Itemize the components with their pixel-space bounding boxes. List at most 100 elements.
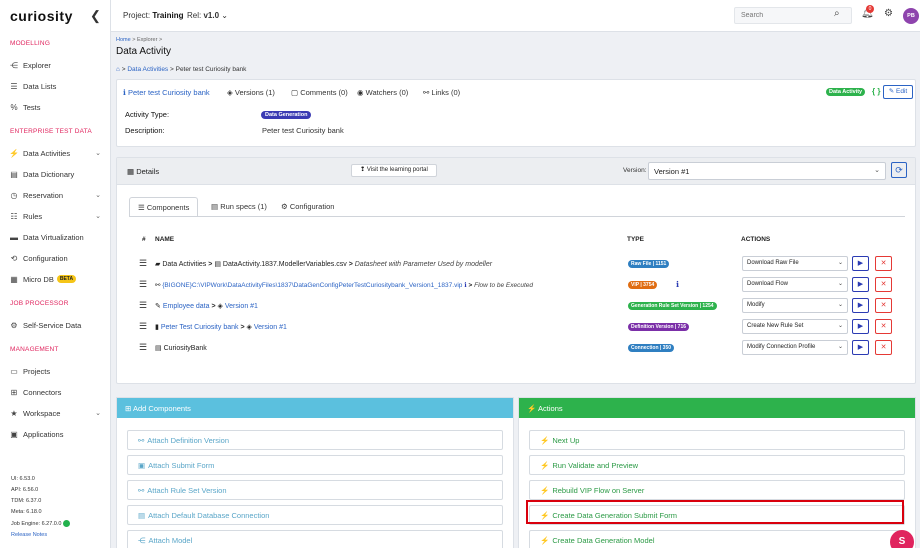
details-title: ▦ Details bbox=[127, 167, 159, 176]
actions-header: ⚡ Actions bbox=[519, 398, 915, 418]
component-link[interactable]: DataActivity.1837.ModellerVariables.csv bbox=[223, 261, 347, 268]
rebuild-vip-flow-button[interactable]: ⚡ Rebuild VIP Flow on Server bbox=[529, 480, 905, 500]
refresh-button[interactable]: ⟳ bbox=[891, 162, 907, 178]
applications-icon: ▣ bbox=[10, 429, 18, 439]
component-link[interactable]: Employee data bbox=[163, 303, 210, 310]
chevron-down-icon[interactable]: ⌄ bbox=[95, 191, 101, 199]
version-select[interactable]: Version #1 ⌄ bbox=[648, 162, 886, 180]
tab-label: Components bbox=[146, 203, 190, 212]
breadcrumb-home[interactable]: Home bbox=[116, 37, 131, 43]
sidebar-item-rules[interactable]: ☷ Rules ⌄ bbox=[9, 209, 105, 223]
tab-versions[interactable]: ◈ Versions (1) bbox=[227, 88, 275, 97]
release-selector[interactable]: Rel: v1.0 ⌄ bbox=[187, 11, 228, 20]
delete-button[interactable]: ✕ bbox=[875, 256, 892, 271]
delete-button[interactable]: ✕ bbox=[875, 277, 892, 292]
drag-handle-icon[interactable]: ☰ bbox=[139, 300, 147, 311]
tab-configuration[interactable]: ⚙ Configuration bbox=[273, 197, 342, 217]
run-button[interactable]: ▶ bbox=[852, 256, 869, 271]
activity-type-label: Activity Type: bbox=[125, 110, 170, 119]
action-select[interactable]: Modify Connection Profile ⌄ bbox=[742, 340, 848, 355]
version-job-engine: Job Engine: 6.27.0.0 bbox=[11, 520, 71, 527]
breadcrumb-explorer[interactable]: Explorer bbox=[137, 37, 157, 43]
sidebar-item-data-activities[interactable]: ⚡ Data Activities ⌄ bbox=[9, 146, 105, 160]
attach-submit-form-button[interactable]: ▣ Attach Submit Form bbox=[127, 455, 503, 475]
wrench-icon: ✎ bbox=[155, 303, 161, 310]
edit-button[interactable]: ✎ Edit bbox=[883, 85, 913, 99]
release-notes-link[interactable]: Release Notes bbox=[11, 532, 47, 538]
button-label: Attach Definition Version bbox=[147, 436, 230, 445]
sidebar-item-configuration[interactable]: ⟲ Configuration bbox=[9, 251, 105, 265]
chevron-down-icon: ⌄ bbox=[837, 323, 843, 329]
next-up-button[interactable]: ⚡ Next Up bbox=[529, 430, 905, 450]
action-select[interactable]: Modify ⌄ bbox=[742, 298, 848, 313]
sidebar-item-data-dictionary[interactable]: ▤ Data Dictionary bbox=[9, 167, 105, 181]
sidebar-item-explorer[interactable]: ⋲ Explorer bbox=[9, 58, 105, 72]
delete-button[interactable]: ✕ bbox=[875, 340, 892, 355]
tab-watchers[interactable]: ◉ Watchers (0) bbox=[357, 88, 408, 97]
project-selector[interactable]: Project: Training bbox=[123, 11, 183, 20]
database-icon: ▤ bbox=[155, 345, 162, 352]
sidebar-item-projects[interactable]: ▭ Projects bbox=[9, 364, 105, 378]
chevron-down-icon[interactable]: ⌄ bbox=[95, 409, 101, 417]
component-label: CuriosityBank bbox=[163, 345, 207, 352]
version-job-engine-label: Job Engine: 6.27.0.0 bbox=[11, 520, 62, 527]
attach-default-database-connection-button[interactable]: ▤ Attach Default Database Connection bbox=[127, 505, 503, 525]
drag-handle-icon[interactable]: ☰ bbox=[139, 342, 147, 353]
version-link[interactable]: Version #1 bbox=[254, 324, 287, 331]
run-button[interactable]: ▶ bbox=[852, 340, 869, 355]
sidebar-item-applications[interactable]: ▣ Applications bbox=[9, 427, 105, 441]
gear-icon[interactable]: ⚙ bbox=[884, 8, 893, 19]
drag-handle-icon[interactable]: ☰ bbox=[139, 279, 147, 290]
search-icon[interactable]: ⌕ bbox=[834, 8, 840, 19]
create-data-generation-model-button[interactable]: ⚡ Create Data Generation Model bbox=[529, 530, 905, 548]
chevron-down-icon[interactable]: ⌄ bbox=[95, 149, 101, 157]
home-icon[interactable]: ⌂ bbox=[116, 66, 120, 73]
chevron-down-icon[interactable]: ⌄ bbox=[95, 212, 101, 220]
info-icon: ℹ bbox=[464, 282, 467, 289]
avatar[interactable]: PB bbox=[903, 8, 919, 24]
action-select[interactable]: Download Raw File ⌄ bbox=[742, 256, 848, 271]
drag-handle-icon[interactable]: ☰ bbox=[139, 321, 147, 332]
sidebar-item-tests[interactable]: % Tests bbox=[9, 100, 105, 114]
sidebar-item-micro-db[interactable]: ▦ Micro DB BETA bbox=[9, 272, 105, 286]
run-button[interactable]: ▶ bbox=[852, 298, 869, 313]
sidebar-item-data-virtualization[interactable]: ▬ Data Virtualization bbox=[9, 230, 105, 244]
logo[interactable]: curiosity bbox=[10, 8, 73, 24]
tab-info[interactable]: ℹ Peter test Curiosity bank bbox=[123, 88, 210, 97]
component-name: ▤ CuriosityBank bbox=[155, 344, 207, 352]
action-select[interactable]: Create New Rule Set ⌄ bbox=[742, 319, 848, 334]
run-button[interactable]: ▶ bbox=[852, 277, 869, 292]
sidebar-item-self-service-data[interactable]: ⚙ Self-Service Data bbox=[9, 318, 105, 332]
sidebar-item-workspace[interactable]: ★ Workspace ⌄ bbox=[9, 406, 105, 420]
code-icon[interactable]: { } bbox=[872, 87, 880, 96]
run-validate-and-preview-button[interactable]: ⚡ Run Validate and Preview bbox=[529, 455, 905, 475]
tab-comments[interactable]: ▢ Comments (0) bbox=[291, 88, 348, 97]
attach-definition-version-button[interactable]: ⚯ Attach Definition Version bbox=[127, 430, 503, 450]
section-title-management: MANAGEMENT bbox=[10, 346, 59, 353]
tab-run-specs[interactable]: ▤ Run specs (1) bbox=[203, 197, 275, 217]
delete-button[interactable]: ✕ bbox=[875, 319, 892, 334]
learning-portal-button[interactable]: ❢ Visit the learning portal bbox=[351, 164, 437, 177]
action-select[interactable]: Download Flow ⌄ bbox=[742, 277, 848, 292]
delete-button[interactable]: ✕ bbox=[875, 298, 892, 313]
attach-model-button[interactable]: ⋲ Attach Model bbox=[127, 530, 503, 548]
column-header-hash: # bbox=[142, 236, 146, 243]
chat-launcher-button[interactable]: S bbox=[890, 530, 914, 548]
component-link[interactable]: {BIGONE}C:\VIPWork\DataActivityFiles\183… bbox=[162, 282, 462, 289]
drag-handle-icon[interactable]: ☰ bbox=[139, 258, 147, 269]
component-link[interactable]: Peter Test Curiosity bank bbox=[161, 324, 239, 331]
sidebar-item-label: Data Lists bbox=[23, 81, 57, 91]
tab-components[interactable]: ☰ Components bbox=[129, 197, 199, 217]
sidebar-item-connectors[interactable]: ⊞ Connectors bbox=[9, 385, 105, 399]
sidebar-item-reservation[interactable]: ◷ Reservation ⌄ bbox=[9, 188, 105, 202]
tab-links[interactable]: ⚯ Links (0) bbox=[423, 88, 460, 97]
sidebar-item-data-lists[interactable]: ☰ Data Lists bbox=[9, 79, 105, 93]
version-link[interactable]: Version #1 bbox=[225, 303, 258, 310]
info-icon[interactable]: ℹ bbox=[676, 280, 679, 289]
trail-link-data-activities[interactable]: Data Activities bbox=[127, 66, 168, 73]
collapse-sidebar-icon[interactable]: ❮ bbox=[90, 8, 101, 24]
run-button[interactable]: ▶ bbox=[852, 319, 869, 334]
component-path: Data Activities bbox=[162, 261, 207, 268]
info-icon: ℹ bbox=[123, 88, 126, 97]
attach-rule-set-version-button[interactable]: ⚯ Attach Rule Set Version bbox=[127, 480, 503, 500]
